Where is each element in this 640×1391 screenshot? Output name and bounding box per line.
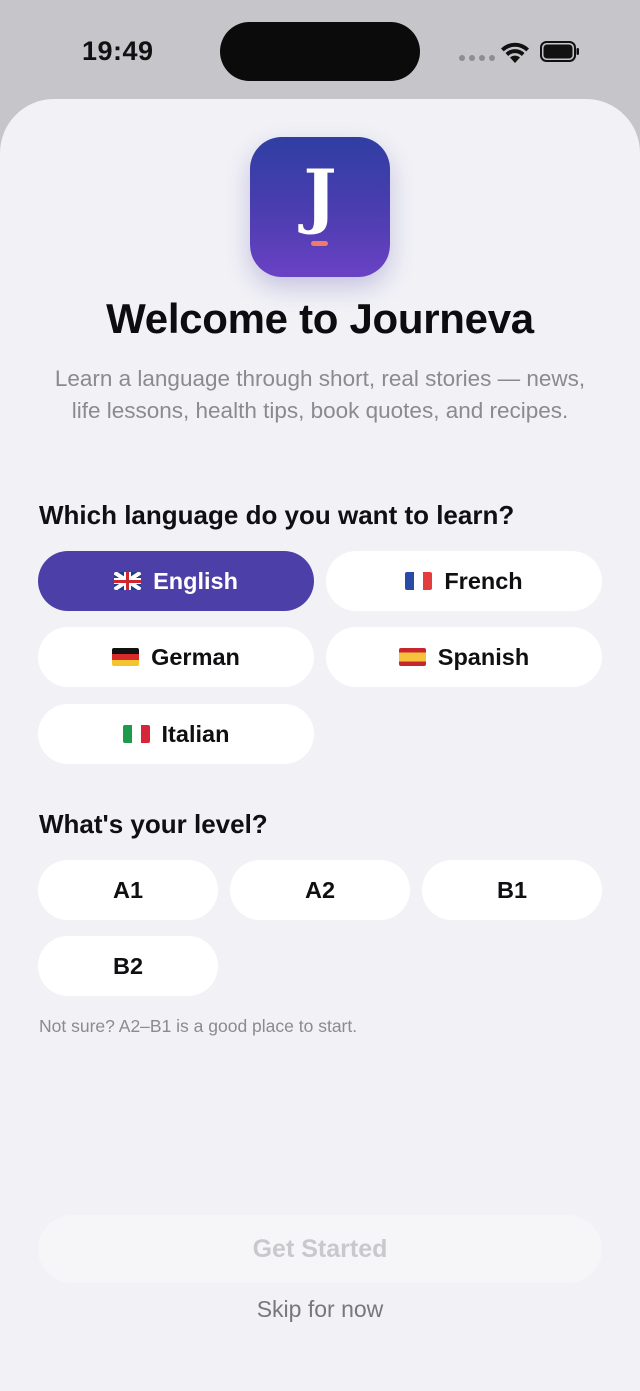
language-option-german[interactable]: German (38, 627, 314, 687)
level-hint-text: Not sure? A2–B1 is a good place to start… (39, 1016, 358, 1036)
app-logo-icon: J (250, 137, 390, 277)
logo-accent-bar (311, 241, 328, 246)
battery-icon (540, 41, 579, 62)
language-option-italian[interactable]: Italian (38, 704, 314, 764)
language-option-label: Spanish (437, 643, 530, 670)
spain-flag-icon (398, 648, 426, 666)
language-option-english[interactable]: English (38, 551, 314, 611)
language-option-label: Italian (161, 720, 230, 747)
skip-for-now-link[interactable]: Skip for now (0, 1296, 640, 1323)
germany-flag-icon (112, 648, 140, 666)
france-flag-icon (405, 572, 433, 590)
level-option-a2[interactable]: A2 (230, 860, 410, 920)
level-option-label: B2 (112, 952, 144, 979)
level-option-b2[interactable]: B2 (38, 936, 218, 996)
level-option-label: A1 (112, 876, 144, 903)
level-question-label: What's your level? (39, 809, 268, 839)
status-time: 19:49 (82, 36, 154, 66)
uk-flag-icon (114, 572, 142, 590)
cellular-signal-icon (459, 55, 495, 61)
level-option-label: B1 (496, 876, 528, 903)
language-question-label: Which language do you want to learn? (39, 500, 515, 530)
status-bar: 19:49 (0, 0, 640, 100)
level-option-a1[interactable]: A1 (38, 860, 218, 920)
welcome-title: Welcome to Journeva (106, 295, 534, 342)
language-option-label: German (151, 643, 240, 670)
italy-flag-icon (122, 725, 150, 743)
level-option-label: A2 (304, 876, 336, 903)
language-option-label: English (153, 567, 238, 594)
level-option-b1[interactable]: B1 (422, 860, 602, 920)
wifi-icon (501, 42, 529, 63)
logo-letter: J (303, 154, 337, 237)
language-option-french[interactable]: French (326, 551, 602, 611)
welcome-subtitle: Learn a language through short, real sto… (54, 366, 586, 423)
language-option-spanish[interactable]: Spanish (326, 627, 602, 687)
get-started-button[interactable]: Get Started (38, 1215, 602, 1283)
language-option-label: French (444, 567, 523, 594)
dynamic-island (220, 22, 420, 81)
